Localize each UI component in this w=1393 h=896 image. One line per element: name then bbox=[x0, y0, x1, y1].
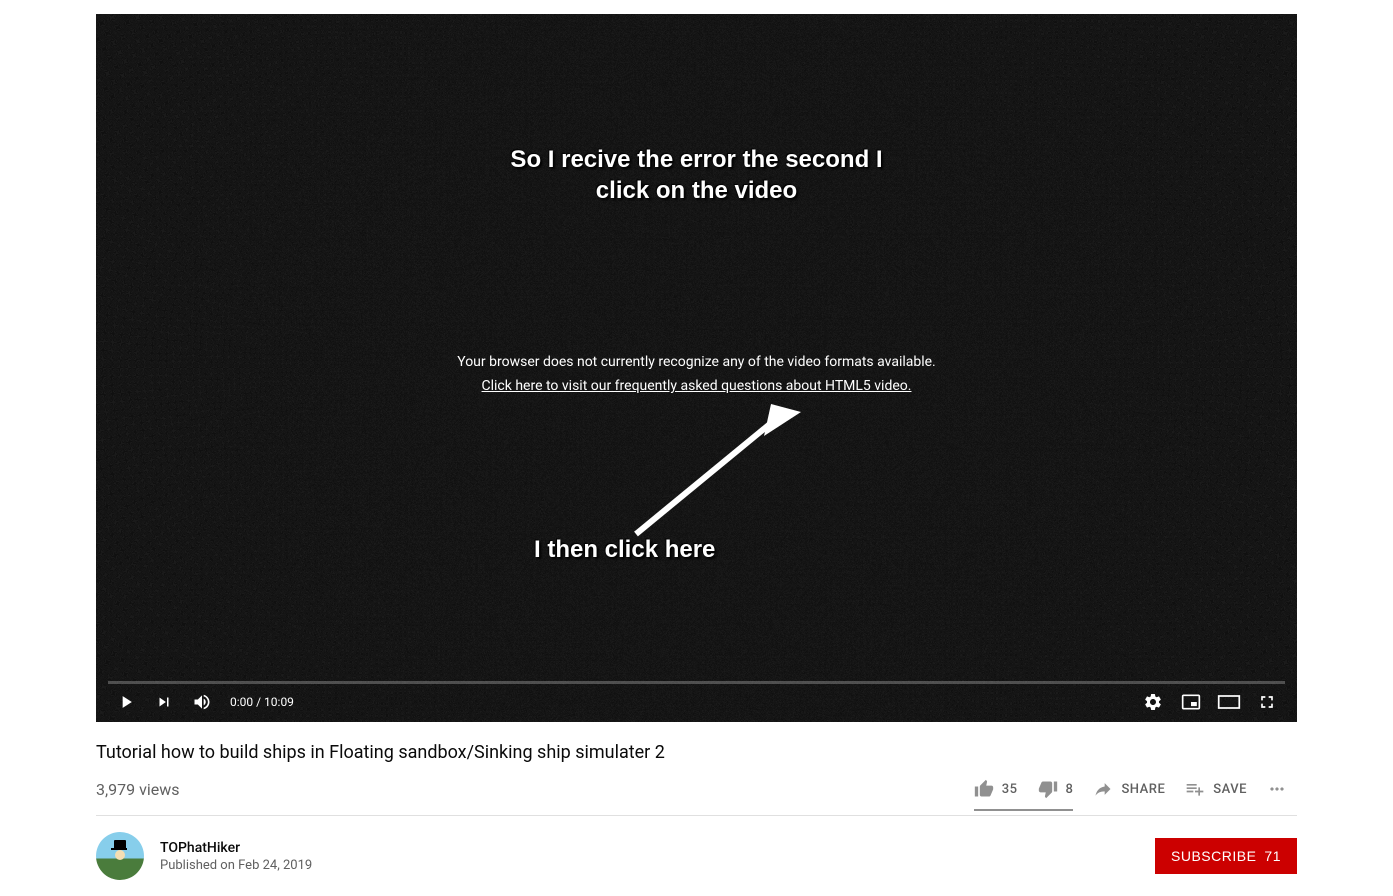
current-time: 0:00 bbox=[230, 695, 253, 709]
fullscreen-icon bbox=[1257, 692, 1277, 712]
share-button[interactable]: SHARE bbox=[1083, 771, 1175, 807]
volume-icon bbox=[192, 692, 212, 712]
dislike-button[interactable]: 8 bbox=[1028, 771, 1084, 807]
subscribe-button[interactable]: SUBSCRIBE 71 bbox=[1155, 838, 1297, 874]
play-button[interactable] bbox=[108, 684, 144, 720]
share-icon bbox=[1093, 779, 1113, 799]
duration: 10:09 bbox=[264, 695, 294, 709]
view-count: 3,979 views bbox=[96, 780, 180, 799]
annotation-top: So I recive the error the second I click… bbox=[510, 144, 882, 206]
theater-button[interactable] bbox=[1211, 684, 1247, 720]
subscriber-count: 71 bbox=[1264, 848, 1281, 864]
annotation-arrow bbox=[596, 404, 816, 554]
thumbs-up-icon bbox=[974, 779, 994, 799]
theater-icon bbox=[1217, 693, 1241, 711]
time-display: 0:00 / 10:09 bbox=[230, 695, 294, 709]
time-separator: / bbox=[253, 695, 264, 709]
next-button[interactable] bbox=[146, 684, 182, 720]
miniplayer-button[interactable] bbox=[1173, 684, 1209, 720]
settings-button[interactable] bbox=[1135, 684, 1171, 720]
more-actions-button[interactable] bbox=[1257, 771, 1297, 807]
channel-avatar[interactable] bbox=[96, 832, 144, 880]
play-icon bbox=[116, 692, 136, 712]
share-label: SHARE bbox=[1121, 782, 1165, 797]
save-label: SAVE bbox=[1213, 782, 1247, 797]
next-icon bbox=[155, 693, 173, 711]
gear-icon bbox=[1143, 692, 1163, 712]
miniplayer-icon bbox=[1181, 692, 1201, 712]
video-actions: 35 8 SHARE SAVE bbox=[964, 771, 1297, 807]
volume-button[interactable] bbox=[184, 684, 220, 720]
thumbs-down-icon bbox=[1038, 779, 1058, 799]
publish-date: Published on Feb 24, 2019 bbox=[160, 858, 312, 873]
player-controls: 0:00 / 10:09 bbox=[96, 682, 1297, 722]
player-error-message: Your browser does not currently recogniz… bbox=[96, 354, 1297, 394]
channel-meta: TOPhatHiker Published on Feb 24, 2019 bbox=[160, 840, 312, 873]
video-title: Tutorial how to build ships in Floating … bbox=[96, 742, 1297, 763]
video-info: Tutorial how to build ships in Floating … bbox=[96, 722, 1297, 880]
fullscreen-button[interactable] bbox=[1249, 684, 1285, 720]
subscribe-label: SUBSCRIBE bbox=[1171, 848, 1256, 864]
like-count: 35 bbox=[1002, 782, 1018, 797]
more-horiz-icon bbox=[1267, 779, 1287, 799]
annotation-bottom: I then click here bbox=[534, 536, 715, 564]
playlist-add-icon bbox=[1185, 779, 1205, 799]
save-button[interactable]: SAVE bbox=[1175, 771, 1257, 807]
channel-name[interactable]: TOPhatHiker bbox=[160, 840, 312, 856]
channel-row: TOPhatHiker Published on Feb 24, 2019 SU… bbox=[96, 816, 1297, 880]
video-player[interactable]: So I recive the error the second I click… bbox=[96, 14, 1297, 722]
like-button[interactable]: 35 bbox=[964, 771, 1028, 807]
dislike-count: 8 bbox=[1066, 782, 1074, 797]
error-text: Your browser does not currently recogniz… bbox=[96, 354, 1297, 370]
error-faq-link[interactable]: Click here to visit our frequently asked… bbox=[482, 378, 912, 394]
video-stats-row: 3,979 views 35 8 SHARE bbox=[96, 771, 1297, 816]
